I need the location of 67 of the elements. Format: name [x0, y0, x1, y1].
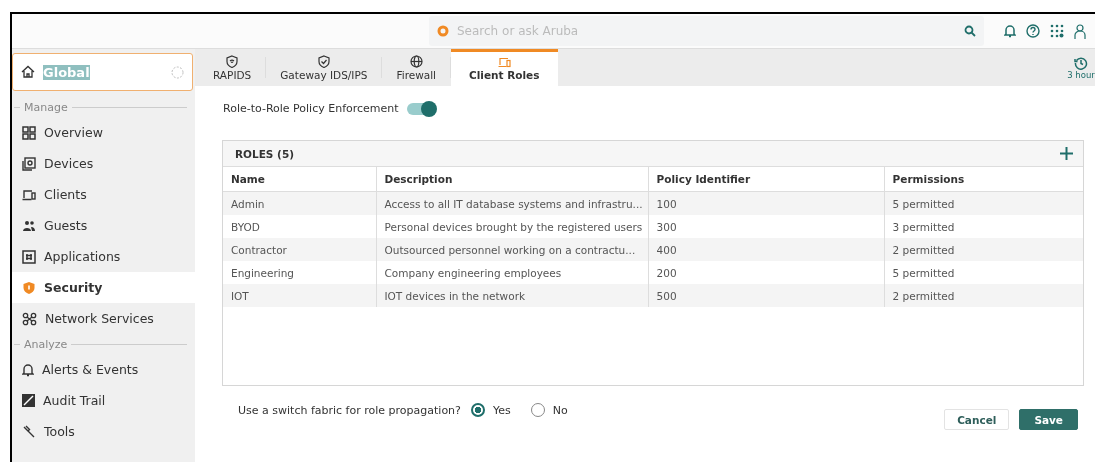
enforcement-toggle[interactable] — [406, 102, 435, 115]
column-header[interactable]: Name — [223, 167, 376, 192]
enforcement-label: Role-to-Role Policy Enforcement — [223, 102, 399, 115]
sidebar-item[interactable]: Devices — [12, 148, 195, 179]
save-button[interactable]: Save — [1019, 409, 1078, 430]
table-cell: Contractor — [223, 238, 376, 261]
sidebar-item[interactable]: Audit Trail — [12, 385, 195, 416]
sidebar-item[interactable]: Tools — [12, 416, 195, 447]
spinner-icon — [171, 65, 184, 79]
tab[interactable]: Firewall — [382, 49, 451, 86]
shield-icon — [226, 54, 239, 68]
audit-icon — [22, 394, 35, 407]
section-header: Analyze — [24, 337, 68, 351]
section-header: Manage — [24, 100, 68, 114]
table-cell: Access to all IT database systems and infrastru... — [376, 191, 649, 215]
column-header[interactable]: Description — [376, 167, 649, 192]
tab[interactable]: Client Roles — [451, 49, 558, 86]
home-icon — [21, 65, 35, 79]
apps-grid-icon[interactable] — [1050, 24, 1064, 38]
shield-icon — [22, 280, 36, 295]
tab[interactable]: RAPIDS — [199, 49, 266, 86]
table-cell: Outsourced personnel working on a contractu... — [376, 238, 649, 261]
sidebar-item[interactable]: Applications — [12, 241, 195, 272]
tab[interactable]: Gateway IDS/IPS — [266, 49, 382, 86]
table-cell: 2 permitted — [884, 238, 1083, 261]
sidebar-item[interactable]: Alerts & Events — [12, 354, 195, 385]
search-field[interactable]: Search or ask Aruba — [429, 16, 984, 46]
people-icon — [22, 219, 36, 232]
radio-button[interactable] — [470, 403, 485, 417]
add-icon[interactable] — [1060, 147, 1073, 160]
help-icon[interactable] — [1026, 24, 1040, 38]
user-icon[interactable] — [1074, 23, 1086, 39]
table-cell: 500 — [648, 284, 885, 307]
table-cell: 5 permitted — [884, 191, 1083, 215]
table-cell: IOT — [223, 284, 376, 307]
table-cell: IOT devices in the network — [376, 284, 649, 307]
history-icon — [1074, 55, 1088, 70]
table-title: ROLES (5) — [235, 147, 295, 160]
bell-icon[interactable] — [1004, 24, 1016, 38]
sidebar-item[interactable]: Clients — [12, 179, 195, 210]
cancel-button[interactable]: Cancel — [944, 409, 1010, 430]
time-range-button[interactable]: 3 hour — [1067, 49, 1095, 86]
laptop-icon — [497, 57, 511, 68]
column-header[interactable]: Policy Identifier — [648, 167, 885, 192]
table-cell: 400 — [648, 238, 885, 261]
applications-icon — [22, 249, 36, 264]
table-cell: 100 — [648, 191, 885, 215]
globe-icon — [409, 54, 423, 68]
propagation-question: Use a switch fabric for role propagation? — [238, 403, 461, 417]
laptop-icon — [22, 188, 36, 201]
sidebar-item[interactable]: Overview — [12, 117, 195, 148]
table-cell: Engineering — [223, 261, 376, 284]
sidebar-item[interactable]: Security — [12, 272, 195, 303]
bell-icon — [22, 362, 34, 377]
search-icon[interactable] — [964, 25, 976, 37]
device-icon — [22, 156, 36, 171]
sidebar-item[interactable]: Guests — [12, 210, 195, 241]
table-cell: 2 permitted — [884, 284, 1083, 307]
network-icon — [22, 311, 37, 326]
sidebar-item[interactable]: Network Services — [12, 303, 195, 334]
radio-option[interactable]: No — [530, 403, 568, 417]
column-header[interactable]: Permissions — [884, 167, 1083, 192]
grid-icon — [22, 125, 36, 140]
radio-option[interactable]: Yes — [470, 403, 511, 417]
table-cell: BYOD — [223, 215, 376, 238]
shield-check-icon — [317, 54, 330, 68]
table-cell: Admin — [223, 191, 376, 215]
